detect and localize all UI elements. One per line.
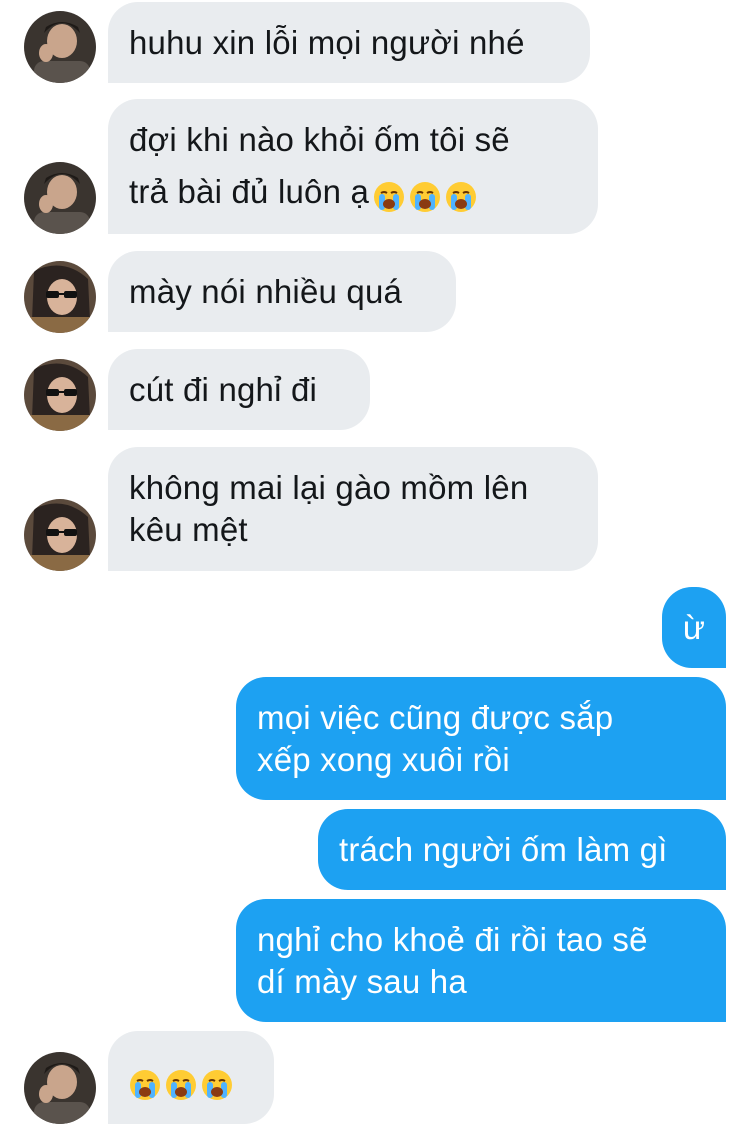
loudly-crying-face-icon: [201, 1069, 233, 1101]
loudly-crying-face-icon: [165, 1069, 197, 1101]
avatar-friend-b[interactable]: [24, 499, 96, 571]
avatar-friend-a[interactable]: [24, 1052, 96, 1124]
message-bubble[interactable]: đợi khi nào khỏi ốm tôi sẽ trả bài đủ lu…: [108, 99, 598, 234]
message-text: cút đi nghỉ đi: [129, 371, 318, 408]
emoji-group: [369, 173, 477, 215]
message-text: mày nói nhiều quá: [129, 273, 403, 310]
message-text: mọi việc cũng được sắp: [257, 699, 614, 736]
loudly-crying-face-icon: [129, 1069, 161, 1101]
loudly-crying-face-icon: [409, 181, 441, 213]
message-text: trách người ốm làm gì: [339, 831, 668, 868]
message-bubble[interactable]: không mai lại gào mồm lên kêu mệt: [108, 447, 598, 571]
avatar-friend-b[interactable]: [24, 261, 96, 333]
loudly-crying-face-icon: [373, 181, 405, 213]
message-text: huhu xin lỗi mọi người nhé: [129, 24, 525, 61]
message-bubble[interactable]: huhu xin lỗi mọi người nhé: [108, 2, 590, 83]
emoji-group: [125, 1061, 233, 1103]
message-bubble[interactable]: mọi việc cũng được sắp xếp xong xuôi rồi: [236, 677, 726, 800]
avatar-friend-a[interactable]: [24, 11, 96, 83]
message-text: trả bài đủ luôn ạ: [129, 173, 370, 210]
message-text: kêu mệt: [129, 511, 248, 548]
message-bubble[interactable]: cút đi nghỉ đi: [108, 349, 370, 430]
message-bubble[interactable]: mày nói nhiều quá: [108, 251, 456, 332]
avatar-friend-b[interactable]: [24, 359, 96, 431]
message-text: nghỉ cho khoẻ đi rồi tao sẽ: [257, 921, 648, 958]
message-text: dí mày sau ha: [257, 963, 467, 1000]
message-bubble[interactable]: ừ: [662, 587, 726, 668]
message-bubble[interactable]: [108, 1031, 274, 1124]
loudly-crying-face-icon: [445, 181, 477, 213]
avatar-friend-a[interactable]: [24, 162, 96, 234]
message-text: không mai lại gào mồm lên: [129, 469, 529, 506]
message-bubble[interactable]: trách người ốm làm gì: [318, 809, 726, 890]
message-bubble[interactable]: nghỉ cho khoẻ đi rồi tao sẽ dí mày sau h…: [236, 899, 726, 1022]
message-text: ừ: [682, 609, 706, 646]
message-text: đợi khi nào khỏi ốm tôi sẽ: [129, 121, 510, 158]
message-text: xếp xong xuôi rồi: [257, 741, 510, 778]
